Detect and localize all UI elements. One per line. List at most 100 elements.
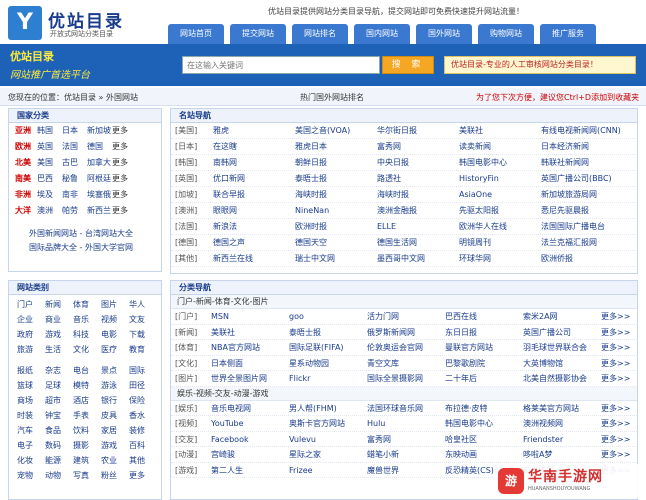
classified-section-title[interactable]: 娱乐-视频-交友-动漫-游戏 — [171, 386, 637, 401]
category-link[interactable]: 电影 — [101, 327, 129, 342]
classified-site-link[interactable]: 巴黎歌剧院 — [445, 356, 523, 371]
famous-site-link[interactable]: AsiaOne — [459, 187, 541, 202]
category-link[interactable]: 皮具 — [101, 408, 129, 423]
famous-site-link[interactable]: 墨西哥中文网 — [377, 251, 459, 266]
category-link[interactable]: 科技 — [73, 327, 101, 342]
country-link[interactable]: 南非 — [62, 187, 87, 203]
classified-site-link[interactable]: 格莱美官方网站 — [523, 401, 601, 416]
category-link[interactable]: 饮料 — [73, 423, 101, 438]
category-link[interactable]: 旅游 — [17, 342, 45, 357]
category-link[interactable]: 电台 — [73, 363, 101, 378]
country-extra-link[interactable]: 国际品牌大全 - 外国大学官网 — [29, 241, 155, 255]
category-link[interactable]: 新闻 — [45, 297, 73, 312]
category-link[interactable]: 生活 — [45, 342, 73, 357]
famous-site-link[interactable]: 新西兰在线 — [213, 251, 295, 266]
famous-site-link[interactable]: 明镜周刊 — [459, 235, 541, 250]
famous-site-link[interactable]: NineNan — [295, 203, 377, 218]
classified-more-link[interactable]: 更多>> — [601, 401, 635, 416]
classified-site-link[interactable]: 星际之家 — [289, 447, 367, 462]
classified-section-title[interactable]: 门户-新闻-体育-文化-图片 — [171, 295, 637, 309]
classified-site-link[interactable]: 富秀网 — [367, 432, 445, 447]
classified-site-link[interactable]: 第二人生 — [211, 463, 289, 478]
famous-site-link[interactable]: 欧洲时报 — [295, 219, 377, 234]
famous-site-link[interactable]: 眼眼网 — [213, 203, 295, 218]
famous-country[interactable]: [日本] — [175, 139, 213, 154]
classified-category[interactable]: [门户] — [175, 309, 211, 324]
category-link[interactable]: 时装 — [17, 408, 45, 423]
nav-tab-shopping[interactable]: 购物网站 — [478, 24, 534, 44]
category-link[interactable]: 图片 — [101, 297, 129, 312]
classified-site-link[interactable]: Flickr — [289, 371, 367, 386]
famous-site-link[interactable]: 海峡时报 — [377, 187, 459, 202]
classified-site-link[interactable]: 国际足联(FIFA) — [289, 340, 367, 355]
category-link[interactable]: 宠物 — [17, 468, 45, 483]
classified-category[interactable]: [体育] — [175, 340, 211, 355]
classified-site-link[interactable]: 美联社 — [211, 325, 289, 340]
classified-category[interactable]: [交友] — [175, 432, 211, 447]
category-link[interactable]: 超市 — [45, 393, 73, 408]
category-link[interactable]: 装修 — [129, 423, 157, 438]
category-link[interactable]: 足球 — [45, 378, 73, 393]
site-logo[interactable]: Y 优站目录 开放式网站分类目录 — [8, 6, 158, 40]
famous-site-link[interactable]: 悉尼先驱晨报 — [541, 203, 623, 218]
search-button[interactable]: 搜 索 — [382, 56, 434, 74]
category-link[interactable]: 模特 — [73, 378, 101, 393]
famous-site-link[interactable]: 读卖新闻 — [459, 139, 541, 154]
famous-country[interactable]: [韩国] — [175, 155, 213, 170]
classified-site-link[interactable]: 东映动画 — [445, 447, 523, 462]
category-link[interactable]: 其他 — [129, 453, 157, 468]
famous-site-link[interactable]: 环球华网 — [459, 251, 541, 266]
famous-site-link[interactable]: 法兰克福汇报网 — [541, 235, 623, 250]
famous-site-link[interactable]: 德国之声 — [213, 235, 295, 250]
classified-site-link[interactable]: 国际全景摄影网 — [367, 371, 445, 386]
country-region[interactable]: 大洋 — [15, 203, 37, 219]
famous-site-link[interactable]: 瑞士中文网 — [295, 251, 377, 266]
country-link[interactable]: 巴西 — [37, 171, 62, 187]
famous-site-link[interactable]: 欧洲侨报 — [541, 251, 623, 266]
famous-site-link[interactable]: 新加坡旅游局网 — [541, 187, 623, 202]
famous-site-link[interactable]: 美联社 — [459, 123, 541, 138]
category-link[interactable]: 教育 — [129, 342, 157, 357]
category-link[interactable]: 数码 — [45, 438, 73, 453]
category-link[interactable]: 家居 — [101, 423, 129, 438]
famous-site-link[interactable]: 英国广播公司(BBC) — [541, 171, 623, 186]
country-extra-link[interactable]: 外国新闻网站 - 台湾网站大全 — [29, 227, 155, 241]
famous-site-link[interactable]: 雅虎 — [213, 123, 295, 138]
category-link[interactable]: 建筑 — [73, 453, 101, 468]
famous-site-link[interactable]: ELLE — [377, 219, 459, 234]
country-more-link[interactable]: 更多 — [112, 203, 134, 219]
classified-site-link[interactable]: 活力门网 — [367, 309, 445, 324]
classified-category[interactable]: [视频] — [175, 416, 211, 431]
classified-more-link[interactable]: 更多>> — [601, 309, 635, 324]
famous-site-link[interactable]: 朝鲜日报 — [295, 155, 377, 170]
category-link[interactable]: 手表 — [73, 408, 101, 423]
country-link[interactable]: 古巴 — [62, 155, 87, 171]
famous-site-link[interactable]: 法国国际广播电台 — [541, 219, 623, 234]
category-link[interactable]: 游戏 — [101, 438, 129, 453]
category-link[interactable]: 音乐 — [73, 312, 101, 327]
famous-site-link[interactable]: 海峡时报 — [295, 187, 377, 202]
classified-site-link[interactable]: 泰晤士报 — [289, 325, 367, 340]
promo-banner[interactable]: 优站目录-专业的人工审核网站分类目录！ — [444, 56, 636, 74]
category-link[interactable]: 游戏 — [45, 327, 73, 342]
classified-site-link[interactable]: 索米2A网 — [523, 309, 601, 324]
country-region[interactable]: 非洲 — [15, 187, 37, 203]
classified-site-link[interactable]: 哆啦A梦 — [523, 447, 601, 462]
classified-site-link[interactable]: Vulevu — [289, 432, 367, 447]
category-link[interactable]: 摄影 — [73, 438, 101, 453]
category-link[interactable]: 企业 — [17, 312, 45, 327]
classified-site-link[interactable]: 曼联官方网站 — [445, 340, 523, 355]
country-link[interactable]: 日本 — [62, 123, 87, 139]
famous-site-link[interactable]: 先驱太阳报 — [459, 203, 541, 218]
famous-country[interactable]: [美国] — [175, 123, 213, 138]
category-link[interactable]: 田径 — [129, 378, 157, 393]
classified-site-link[interactable]: 法国环球音乐网 — [367, 401, 445, 416]
country-link[interactable]: 秘鲁 — [62, 171, 87, 187]
category-link[interactable]: 汽车 — [17, 423, 45, 438]
classified-more-link[interactable]: 更多>> — [601, 432, 635, 447]
category-link[interactable]: 能源 — [45, 453, 73, 468]
country-region[interactable]: 北美 — [15, 155, 37, 171]
famous-site-link[interactable]: HistoryFin — [459, 171, 541, 186]
classified-category[interactable]: [图片] — [175, 371, 211, 386]
classified-site-link[interactable]: NBA官方网站 — [211, 340, 289, 355]
